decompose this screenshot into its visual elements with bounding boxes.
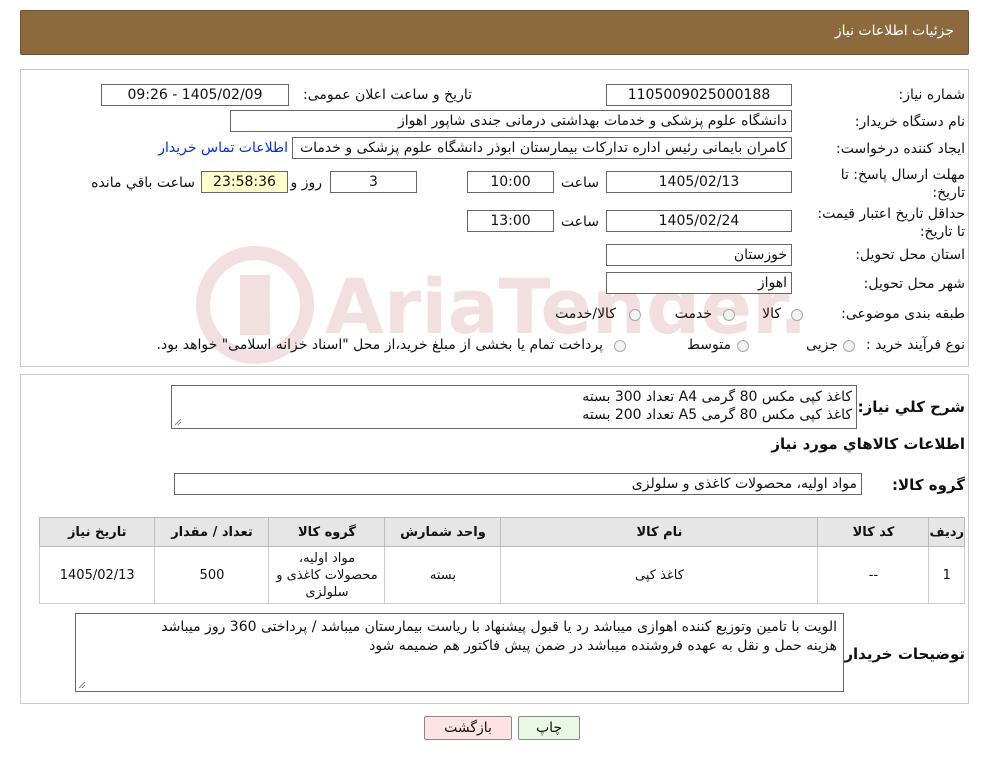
goods-group-field: مواد اولیه، محصولات کاغذی و سلولزی: [174, 473, 862, 495]
buyer-org-field: دانشگاه علوم پزشکی و خدمات بهداشتی درمان…: [230, 110, 792, 132]
col-index: ردیف: [928, 517, 965, 547]
cell-date: 1405/02/13: [38, 546, 156, 604]
print-button[interactable]: چاپ: [518, 716, 580, 740]
days-field: 3: [330, 171, 417, 193]
days-label: روز و: [290, 175, 323, 191]
buyer-notes-textarea[interactable]: الویت با تامین وتوزیع کننده اهوازی میباش…: [75, 613, 844, 692]
resize-grip-icon[interactable]: [174, 418, 182, 426]
col-name: نام کالا: [500, 517, 819, 547]
cell-qty: 500: [154, 546, 270, 604]
category-option-goods-service: کالا/خدمت: [555, 306, 616, 322]
category-radio-goods[interactable]: [791, 309, 803, 321]
back-button[interactable]: بازگشت: [424, 716, 512, 740]
buyer-contact-link[interactable]: اطلاعات تماس خریدار: [158, 140, 288, 156]
buyer-notes-line-2: هزینه حمل و نقل به عهده فروشنده میباشد د…: [369, 638, 837, 654]
page-header: جزئیات اطلاعات نیاز: [20, 10, 969, 55]
category-label: طبقه بندی موضوعی:: [841, 306, 965, 322]
description-line-1: کاغذ کپی مکس 80 گرمی A4 تعداد 300 بسته: [582, 389, 852, 405]
goods-group-label: گروه کالا:: [892, 476, 965, 494]
goods-section-title: اطلاعات کالاهاي مورد نیاز: [771, 435, 965, 453]
buyer-notes-line-1: الویت با تامین وتوزیع کننده اهوازی میباش…: [161, 619, 837, 635]
process-radio-medium[interactable]: [737, 340, 749, 352]
buyer-org-label: نام دستگاه خریدار:: [854, 114, 965, 130]
process-option-medium: متوسط: [687, 337, 731, 353]
description-label: شرح کلي نیاز:: [857, 398, 965, 416]
category-option-service: خدمت: [674, 306, 712, 322]
goods-table: ردیف کد کالا نام کالا واحد شمارش گروه کا…: [38, 517, 965, 604]
process-label: نوع فرآیند خرید :: [866, 337, 965, 353]
city-field: اهواز: [606, 272, 792, 294]
cell-code: --: [817, 546, 930, 604]
deadline-date-field: 1405/02/13: [606, 171, 792, 193]
table-row: 1 -- کاغذ کپی بسته مواد اولیه، محصولات ک…: [38, 546, 965, 604]
validity-label: حداقل تاریخ اعتبار قیمت: تا تاریخ:: [817, 206, 965, 240]
creator-field: کامران بایمانی رئیس اداره تدارکات بیمارس…: [292, 137, 792, 159]
goods-table-header: ردیف کد کالا نام کالا واحد شمارش گروه کا…: [38, 517, 965, 547]
announce-field: 1405/02/09 - 09:26: [101, 84, 289, 106]
col-unit: واحد شمارش: [384, 517, 502, 547]
cell-unit: بسته: [384, 546, 502, 604]
process-radio-minor[interactable]: [843, 340, 855, 352]
cell-group: مواد اولیه، محصولات کاغذی و سلولزی: [268, 546, 386, 604]
category-radio-service[interactable]: [723, 309, 735, 321]
process-option-minor: جزیی: [806, 337, 838, 353]
cell-index: 1: [928, 546, 965, 604]
process-radio-treasury[interactable]: [614, 340, 626, 352]
remaining-time-field: 23:58:36: [201, 171, 288, 193]
col-group: گروه کالا: [268, 517, 386, 547]
remaining-time-label: ساعت باقي مانده: [91, 175, 195, 191]
city-label: شهر محل تحویل:: [863, 276, 965, 292]
category-radio-goods-service[interactable]: [629, 309, 641, 321]
creator-label: ایجاد کننده درخواست:: [836, 141, 965, 157]
process-note: پرداخت تمام یا بخشی از مبلغ خرید،از محل …: [156, 337, 603, 353]
page-title: جزئیات اطلاعات نیاز: [834, 23, 954, 39]
announce-label: تاریخ و ساعت اعلان عمومی:: [303, 87, 472, 103]
resize-grip-icon[interactable]: [78, 681, 86, 689]
validity-time-field: 13:00: [467, 210, 554, 232]
col-date: تاریخ نیاز: [38, 517, 156, 547]
deadline-time-field: 10:00: [467, 171, 554, 193]
deadline-label: مهلت ارسال پاسخ: تا تاریخ:: [840, 167, 965, 201]
col-qty: تعداد / مقدار: [154, 517, 270, 547]
deadline-time-label: ساعت: [560, 175, 599, 191]
category-option-goods: کالا: [762, 306, 781, 322]
need-number-field: 1105009025000188: [606, 84, 792, 106]
description-textarea[interactable]: کاغذ کپی مکس 80 گرمی A4 تعداد 300 بسته ک…: [171, 385, 857, 429]
province-field: خوزستان: [606, 244, 792, 266]
validity-time-label: ساعت: [560, 214, 599, 230]
province-label: استان محل تحویل:: [855, 247, 965, 263]
description-line-2: کاغذ کپی مکس 80 گرمی A5 تعداد 200 بسته: [582, 407, 852, 423]
validity-date-field: 1405/02/24: [606, 210, 792, 232]
cell-name: کاغذ کپی: [500, 546, 819, 604]
need-number-label: شماره نیاز:: [898, 87, 966, 103]
buyer-notes-label: توضیحات خریدار:: [838, 645, 965, 663]
col-code: کد کالا: [817, 517, 930, 547]
